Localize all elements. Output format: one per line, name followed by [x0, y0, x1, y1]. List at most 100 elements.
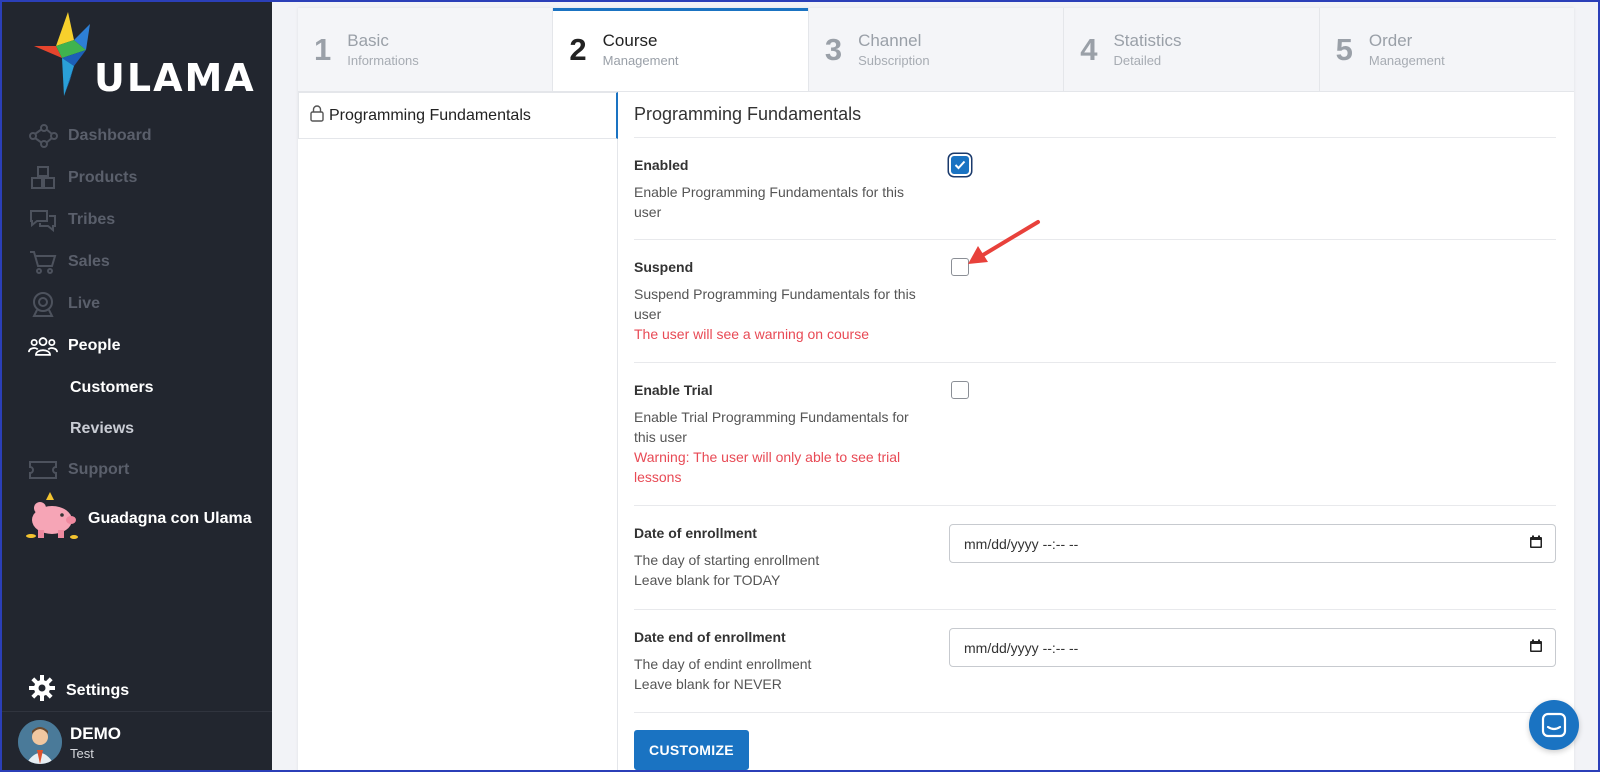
step-number: 3	[824, 31, 843, 67]
promo-label: Guadagna con Ulama	[88, 509, 252, 527]
step-basic[interactable]: 1 Basic Informations	[298, 8, 554, 91]
sidebar-item-tribes[interactable]: Tribes	[0, 199, 272, 241]
sidebar: ULAMA Dashboard Products Tribes Sales Li…	[0, 0, 272, 772]
main-panel: 1 Basic Informations 2 Course Management 3…	[298, 8, 1574, 772]
user-subtitle: Test	[70, 745, 94, 761]
step-order[interactable]: 5 Order Management	[1320, 8, 1574, 91]
trial-checkbox[interactable]	[951, 381, 969, 399]
row-date-enrollment: Date of enrollment The day of starting e…	[634, 506, 1556, 610]
ulama-logo[interactable]: ULAMA	[34, 10, 254, 100]
row-enable-trial: Enable Trial Enable Trial Programming Fu…	[634, 363, 1556, 506]
suspend-desc-1: Suspend Programming Fundamentals for thi…	[634, 286, 916, 302]
course-list: Programming Fundamentals	[298, 92, 618, 772]
date-end-label: Date end of enrollment	[634, 629, 786, 645]
step-subtitle: Informations	[347, 53, 419, 68]
step-number: 2	[569, 31, 587, 67]
step-statistics[interactable]: 4 Statistics Detailed	[1064, 8, 1320, 91]
lock-icon	[309, 104, 325, 127]
step-course[interactable]: 2 Course Management	[553, 8, 809, 91]
step-title: Basic	[347, 31, 389, 50]
wizard-steps: 1 Basic Informations 2 Course Management 3…	[298, 8, 1574, 92]
step-subtitle: Management	[602, 53, 679, 68]
user-profile[interactable]: DEMO Test	[0, 711, 272, 772]
row-enabled: Enabled Enable Programming Fundamentals …	[634, 138, 1556, 240]
row-suspend: Suspend Suspend Programming Fundamentals…	[634, 220, 1556, 363]
enabled-desc-1: Enable Programming Fundamentals for this	[634, 184, 905, 200]
sidebar-item-label: People	[68, 337, 121, 354]
step-subtitle: Detailed	[1113, 53, 1162, 68]
sidebar-item-sales[interactable]: Sales	[0, 241, 272, 283]
enabled-label: Enabled	[634, 157, 689, 173]
date-end-desc-1: The day of endint enrollment	[634, 656, 812, 672]
tribes-icon	[28, 205, 58, 235]
calendar-icon[interactable]	[1529, 535, 1543, 552]
date-start-desc-1: The day of starting enrollment	[634, 552, 820, 568]
date-start-desc-2: Leave blank for TODAY	[634, 572, 781, 588]
sidebar-subitem-reviews[interactable]: Reviews	[0, 408, 272, 449]
sidebar-item-label: Sales	[68, 253, 110, 270]
step-channel[interactable]: 3 Channel Subscription	[809, 8, 1065, 91]
suspend-label: Suspend	[634, 259, 694, 275]
logo-text: ULAMA	[94, 56, 256, 100]
trial-warning-1: Warning: The user will only able to see …	[634, 449, 901, 465]
date-end-value: mm/dd/yyyy --:-- --	[964, 639, 1079, 656]
ticket-icon	[28, 455, 58, 485]
course-settings-form: Programming Fundamentals Enabled Enable …	[634, 92, 1556, 772]
form-title: Programming Fundamentals	[634, 92, 1556, 138]
step-title: Statistics	[1113, 31, 1182, 50]
step-number: 1	[314, 31, 332, 67]
annotation-arrow-icon	[968, 220, 1040, 264]
step-title: Course	[602, 31, 658, 50]
customize-button[interactable]: CUSTOMIZE	[634, 730, 749, 770]
enabled-checkbox[interactable]	[951, 156, 969, 174]
sidebar-item-label: Tribes	[68, 211, 116, 228]
promo-link[interactable]: Guadagna con Ulama	[26, 490, 252, 547]
suspend-desc-2: user	[634, 306, 662, 322]
trial-desc-2: this user	[634, 429, 687, 445]
date-start-input[interactable]: mm/dd/yyyy --:-- --	[949, 524, 1556, 563]
user-name: DEMO	[70, 723, 121, 743]
date-start-value: mm/dd/yyyy --:-- --	[964, 535, 1079, 552]
sidebar-item-label: Support	[68, 461, 130, 478]
avatar	[18, 720, 62, 764]
sidebar-item-label: Products	[68, 169, 138, 186]
check-icon	[954, 160, 966, 170]
products-icon	[28, 163, 58, 193]
settings-link[interactable]: Settings	[28, 674, 129, 707]
sidebar-nav: Dashboard Products Tribes Sales Live Peo…	[0, 115, 272, 491]
webcam-icon	[28, 289, 58, 319]
chat-icon	[1541, 712, 1567, 738]
cart-icon	[28, 247, 58, 277]
trial-label: Enable Trial	[634, 382, 713, 398]
sidebar-item-people[interactable]: People	[0, 325, 272, 367]
course-tab-programming-fundamentals[interactable]: Programming Fundamentals	[298, 92, 618, 139]
gear-icon	[28, 674, 56, 707]
step-number: 5	[1335, 31, 1353, 67]
people-icon	[28, 331, 58, 361]
step-title: Channel	[858, 31, 922, 50]
sidebar-item-products[interactable]: Products	[0, 157, 272, 199]
step-title: Order	[1368, 31, 1413, 50]
sidebar-item-label: Dashboard	[68, 127, 152, 144]
row-date-end-enrollment: Date end of enrollment The day of endint…	[634, 610, 1556, 713]
date-start-label: Date of enrollment	[634, 525, 757, 541]
trial-desc-1: Enable Trial Programming Fundamentals fo…	[634, 409, 909, 425]
dashboard-icon	[28, 121, 58, 151]
step-number: 4	[1080, 31, 1098, 67]
calendar-icon[interactable]	[1529, 639, 1543, 656]
piggy-bank-icon	[26, 490, 78, 547]
sidebar-item-label: Live	[68, 295, 101, 312]
step-subtitle: Management	[1368, 53, 1445, 68]
settings-label: Settings	[66, 681, 130, 699]
sidebar-subitem-customers[interactable]: Customers	[0, 367, 272, 408]
date-end-input[interactable]: mm/dd/yyyy --:-- --	[949, 628, 1556, 667]
chat-launcher-button[interactable]	[1529, 700, 1579, 750]
suspend-warning: The user will see a warning on course	[634, 326, 870, 342]
sidebar-item-live[interactable]: Live	[0, 283, 272, 325]
sidebar-item-support[interactable]: Support	[0, 449, 272, 491]
course-tab-label: Programming Fundamentals	[329, 106, 531, 124]
enabled-desc-2: user	[634, 204, 662, 220]
trial-warning-2: lessons	[634, 469, 682, 485]
sidebar-item-dashboard[interactable]: Dashboard	[0, 115, 272, 157]
date-end-desc-2: Leave blank for NEVER	[634, 676, 782, 692]
